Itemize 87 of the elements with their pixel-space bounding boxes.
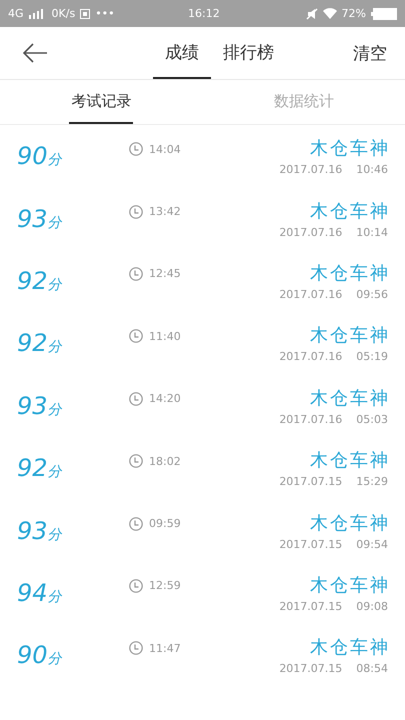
clock-icon bbox=[129, 142, 143, 156]
score-value: 94 bbox=[17, 578, 48, 607]
record-row[interactable]: 92分 18:02 木仓车神 2017.07.15 15:29 bbox=[0, 436, 405, 500]
score-unit: 分 bbox=[48, 151, 62, 170]
network-type: 4G bbox=[8, 7, 24, 20]
score-unit: 分 bbox=[48, 400, 62, 419]
user-name: 木仓车神 bbox=[310, 200, 390, 223]
clock-icon bbox=[129, 578, 143, 593]
record-time: 05:19 bbox=[356, 350, 388, 364]
record-row[interactable]: 92分 11:40 木仓车神 2017.07.16 05:19 bbox=[0, 312, 405, 375]
record-date: 2017.07.16 bbox=[279, 163, 342, 176]
record-date: 2017.07.15 bbox=[279, 662, 342, 676]
wifi-icon bbox=[322, 8, 337, 19]
record-row[interactable]: 90分 14:04 木仓车神 2017.07.16 10:46 bbox=[0, 125, 405, 188]
record-date: 2017.07.15 bbox=[279, 600, 342, 613]
user-name: 木仓车神 bbox=[310, 449, 390, 472]
more-notifications: ••• bbox=[95, 7, 115, 20]
tab[interactable]: 数据统计 bbox=[272, 80, 336, 124]
clock-icon bbox=[129, 516, 143, 531]
record-date: 2017.07.15 bbox=[279, 475, 342, 488]
score-unit: 分 bbox=[48, 526, 62, 544]
back-icon[interactable] bbox=[22, 43, 48, 63]
score-value: 93 bbox=[17, 204, 48, 233]
duration: 11:47 bbox=[149, 642, 181, 655]
record-time: 10:14 bbox=[356, 226, 388, 239]
record-date: 2017.07.16 bbox=[279, 288, 342, 301]
record-time: 09:56 bbox=[356, 288, 388, 301]
clock-icon bbox=[129, 454, 143, 468]
record-row[interactable]: 94分 12:59 木仓车神 2017.07.15 09:08 bbox=[0, 562, 405, 624]
clock-icon bbox=[129, 641, 143, 656]
clock-icon bbox=[129, 329, 143, 344]
score-value: 93 bbox=[17, 392, 48, 420]
score-value: 90 bbox=[17, 142, 48, 170]
user-name: 木仓车神 bbox=[310, 574, 390, 597]
score-unit: 分 bbox=[48, 588, 62, 606]
score-value: 92 bbox=[17, 266, 48, 295]
record-row[interactable]: 93分 14:20 木仓车神 2017.07.16 05:03 bbox=[0, 374, 405, 437]
record-time: 09:54 bbox=[356, 538, 388, 551]
record-row[interactable]: 93分 09:59 木仓车神 2017.07.15 09:54 bbox=[0, 499, 405, 562]
score-value: 93 bbox=[17, 516, 48, 545]
duration: 09:59 bbox=[149, 517, 181, 530]
score-unit: 分 bbox=[48, 214, 62, 232]
tab[interactable]: 考试记录 bbox=[69, 80, 134, 124]
duration: 18:02 bbox=[149, 454, 181, 468]
score-unit: 分 bbox=[48, 463, 62, 482]
score-unit: 分 bbox=[48, 650, 62, 668]
score-value: 92 bbox=[17, 329, 48, 358]
record-time: 08:54 bbox=[356, 662, 388, 676]
duration: 12:45 bbox=[149, 267, 181, 280]
record-date: 2017.07.15 bbox=[279, 538, 342, 551]
record-date: 2017.07.16 bbox=[279, 350, 342, 364]
record-time: 05:03 bbox=[356, 412, 388, 426]
record-row[interactable]: 90分 11:47 木仓车神 2017.07.15 08:54 bbox=[0, 624, 405, 687]
record-time: 10:46 bbox=[356, 163, 388, 176]
record-row[interactable]: 92分 12:45 木仓车神 2017.07.16 09:56 bbox=[0, 250, 405, 312]
tab[interactable]: 成绩 bbox=[153, 27, 211, 79]
record-time: 15:29 bbox=[356, 475, 388, 488]
user-name: 木仓车神 bbox=[310, 386, 390, 410]
clear-button[interactable]: 清空 bbox=[353, 42, 387, 64]
record-date: 2017.07.16 bbox=[279, 226, 342, 239]
record-row[interactable]: 93分 13:42 木仓车神 2017.07.16 10:14 bbox=[0, 187, 405, 250]
clock: 16:12 bbox=[188, 7, 220, 20]
user-name: 木仓车神 bbox=[310, 324, 390, 348]
tab[interactable]: 排行榜 bbox=[211, 27, 286, 79]
user-name: 木仓车神 bbox=[310, 636, 390, 660]
score-unit: 分 bbox=[48, 276, 62, 294]
clock-icon bbox=[129, 204, 143, 219]
duration: 14:04 bbox=[149, 142, 181, 156]
battery-icon bbox=[371, 8, 397, 20]
duration: 12:59 bbox=[149, 579, 181, 592]
clock-icon bbox=[129, 392, 143, 406]
duration: 11:40 bbox=[149, 330, 181, 343]
score-unit: 分 bbox=[48, 338, 62, 356]
user-name: 木仓车神 bbox=[310, 512, 390, 535]
duration: 13:42 bbox=[149, 205, 181, 218]
notification-icon bbox=[80, 8, 90, 18]
score-value: 92 bbox=[17, 454, 48, 482]
record-time: 09:08 bbox=[356, 600, 388, 613]
clock-icon bbox=[129, 266, 143, 281]
duration: 14:20 bbox=[149, 392, 181, 406]
mute-icon bbox=[306, 8, 318, 20]
user-name: 木仓车神 bbox=[310, 262, 390, 285]
score-value: 90 bbox=[17, 641, 48, 670]
record-date: 2017.07.16 bbox=[279, 412, 342, 426]
network-speed: 0K/s bbox=[52, 7, 76, 20]
user-name: 木仓车神 bbox=[310, 137, 390, 160]
battery-level: 72% bbox=[342, 7, 366, 20]
